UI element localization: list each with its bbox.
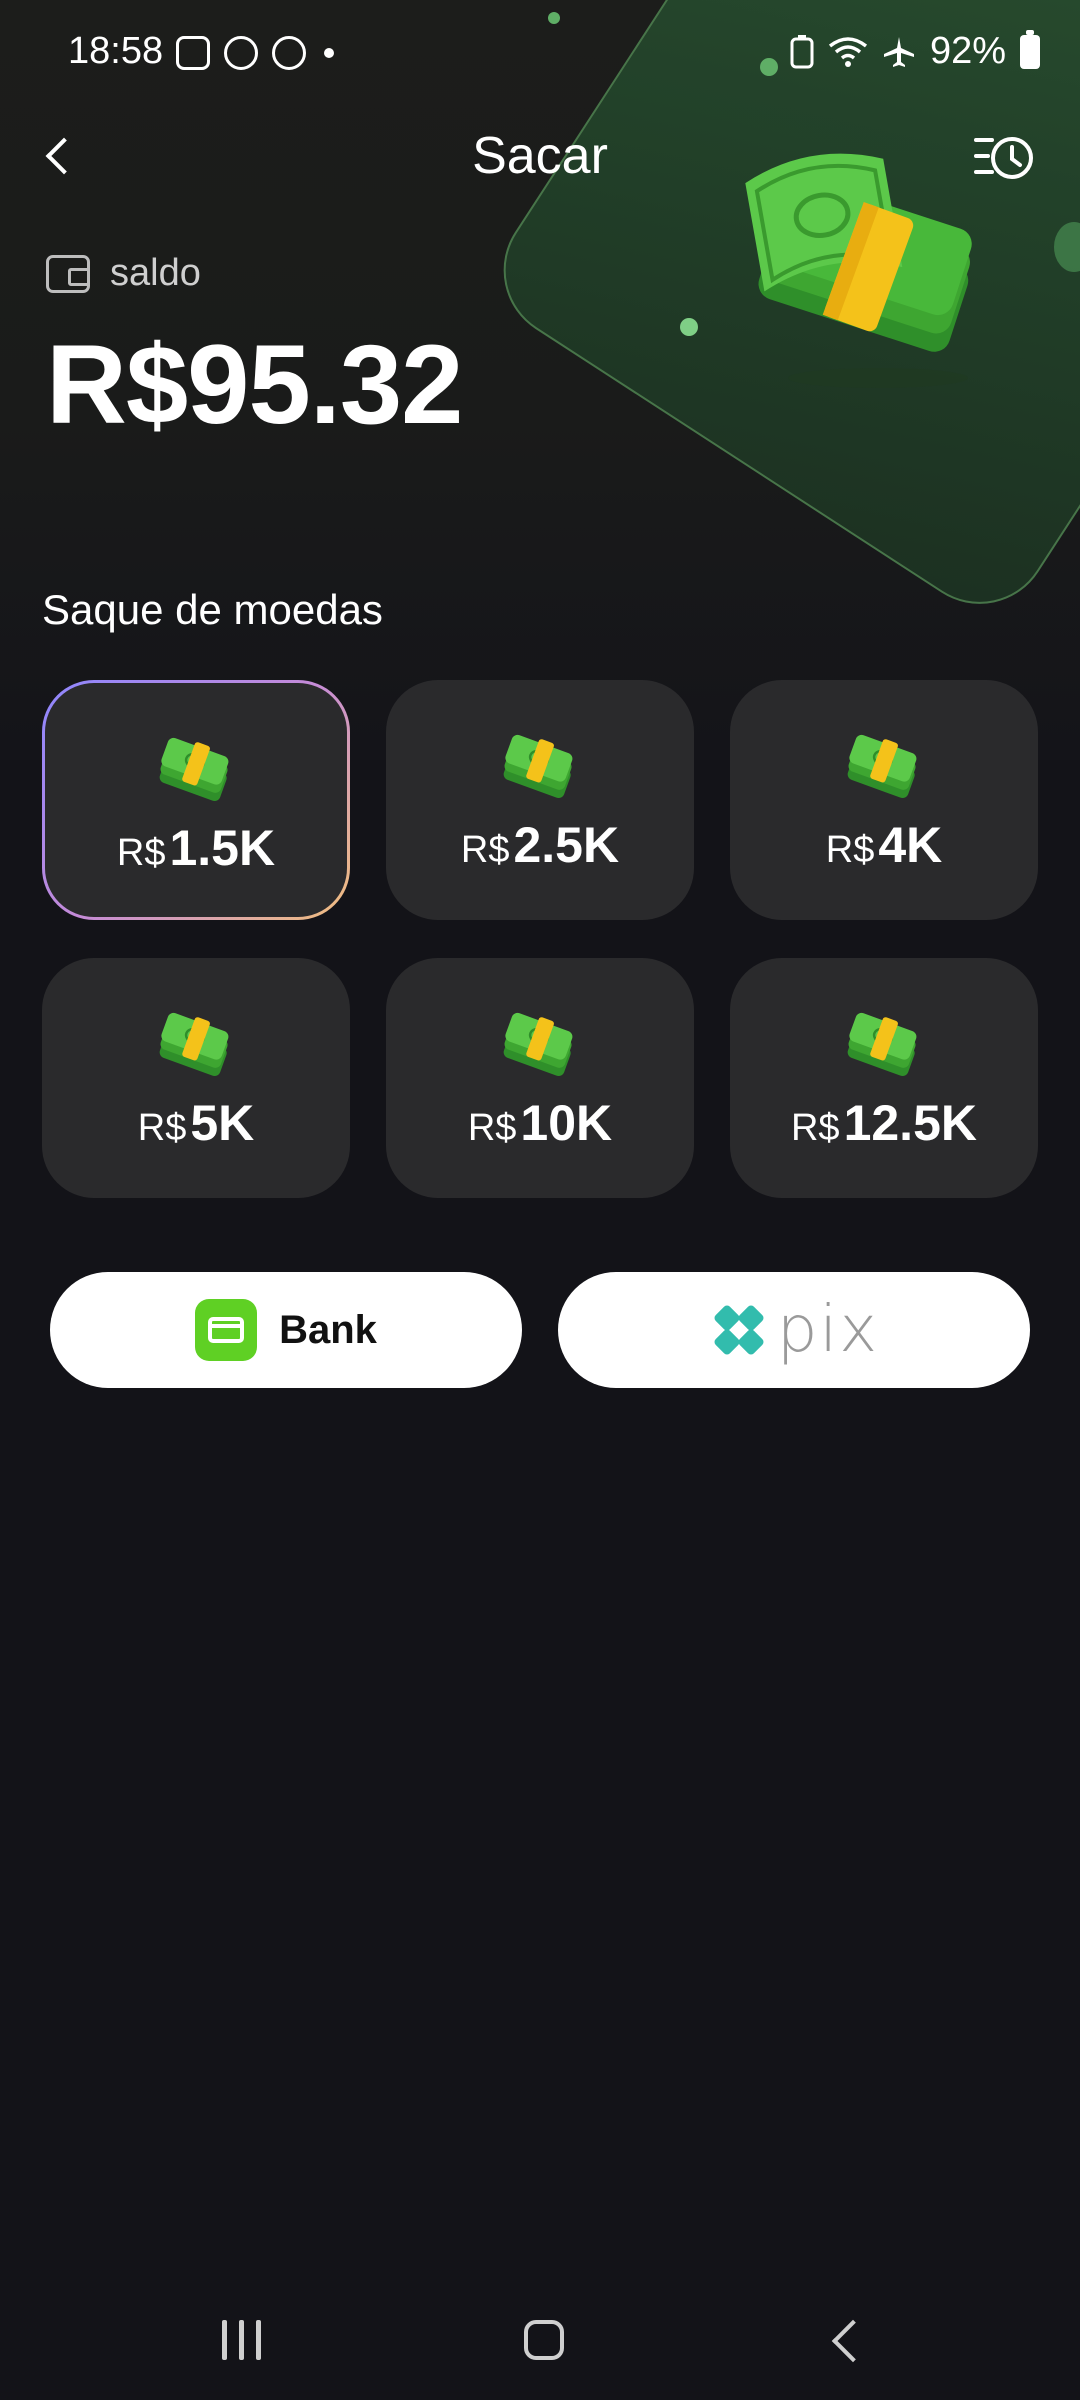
- option-currency: R$: [460, 829, 510, 871]
- withdraw-option[interactable]: R$ 4K: [730, 680, 1038, 920]
- balance-label-row: saldo: [46, 252, 201, 295]
- money-icon: [503, 1012, 573, 1077]
- withdraw-option[interactable]: R$ 1.5K: [42, 680, 350, 920]
- phone-circle-icon: [272, 36, 306, 70]
- bank-card-icon: [195, 1299, 258, 1361]
- option-value: 4K: [878, 817, 943, 873]
- withdraw-options-grid: R$ 1.5K R$ 2.5K R$ 4K R$ 5K R$ 10K R$ 12…: [42, 680, 1038, 1198]
- money-stack-illustration: [745, 153, 972, 388]
- pix-button[interactable]: pix: [558, 1272, 1030, 1388]
- money-icon: [847, 1012, 917, 1077]
- heart-circle-icon: [224, 36, 258, 70]
- sparkle-dot: [680, 318, 698, 336]
- recents-icon[interactable]: [222, 2320, 261, 2360]
- option-currency: R$: [116, 832, 166, 874]
- navigation-bar: [0, 2280, 1080, 2400]
- money-icon: [159, 737, 229, 802]
- gallery-icon: [176, 36, 210, 70]
- option-amount: R$ 10K: [468, 1094, 612, 1152]
- option-value: 12.5K: [843, 1095, 977, 1151]
- system-icons: 92%: [790, 29, 1040, 73]
- pix-logo: pix: [709, 1293, 879, 1367]
- balance-label: saldo: [110, 252, 201, 294]
- withdraw-option[interactable]: R$ 2.5K: [386, 680, 694, 920]
- option-currency: R$: [137, 1107, 187, 1149]
- section-title: Saque de moedas: [42, 586, 383, 633]
- option-currency: R$: [790, 1107, 840, 1149]
- nav-back-icon[interactable]: [831, 2319, 875, 2363]
- money-icon: [159, 1012, 229, 1077]
- airplane-icon: [883, 36, 914, 67]
- status-time: 18:58: [68, 30, 164, 72]
- status-bar: 18:58 92%: [0, 0, 1080, 110]
- bank-button-label: Bank: [279, 1307, 377, 1352]
- home-icon[interactable]: [524, 2320, 564, 2360]
- dot-icon: [324, 48, 334, 58]
- wallet-icon: [46, 254, 90, 293]
- option-value: 2.5K: [513, 817, 620, 873]
- option-amount: R$ 2.5K: [461, 816, 619, 874]
- option-currency: R$: [825, 829, 875, 871]
- withdraw-option[interactable]: R$ 5K: [42, 958, 350, 1198]
- option-value: 1.5K: [169, 820, 276, 876]
- battery-saver-icon: [790, 34, 814, 68]
- option-value: 10K: [520, 1095, 613, 1151]
- option-value: 5K: [190, 1095, 255, 1151]
- option-amount: R$ 4K: [826, 816, 943, 874]
- bank-button[interactable]: Bank: [50, 1272, 522, 1388]
- withdraw-option[interactable]: R$ 12.5K: [730, 958, 1038, 1198]
- notification-icons: [176, 36, 334, 70]
- money-icon: [503, 734, 573, 799]
- balance-value: R$95.32: [46, 322, 463, 447]
- battery-percent: 92%: [929, 30, 1006, 72]
- battery-icon: [1020, 29, 1040, 69]
- pix-wordmark: pix: [776, 1293, 880, 1367]
- money-icon: [847, 734, 917, 799]
- wifi-icon: [828, 36, 868, 67]
- pix-diamond-icon: [714, 1305, 764, 1355]
- option-amount: R$ 5K: [138, 1094, 255, 1152]
- option-amount: R$ 1.5K: [117, 819, 275, 877]
- option-currency: R$: [467, 1107, 517, 1149]
- withdraw-option[interactable]: R$ 10K: [386, 958, 694, 1198]
- option-amount: R$ 12.5K: [791, 1094, 977, 1152]
